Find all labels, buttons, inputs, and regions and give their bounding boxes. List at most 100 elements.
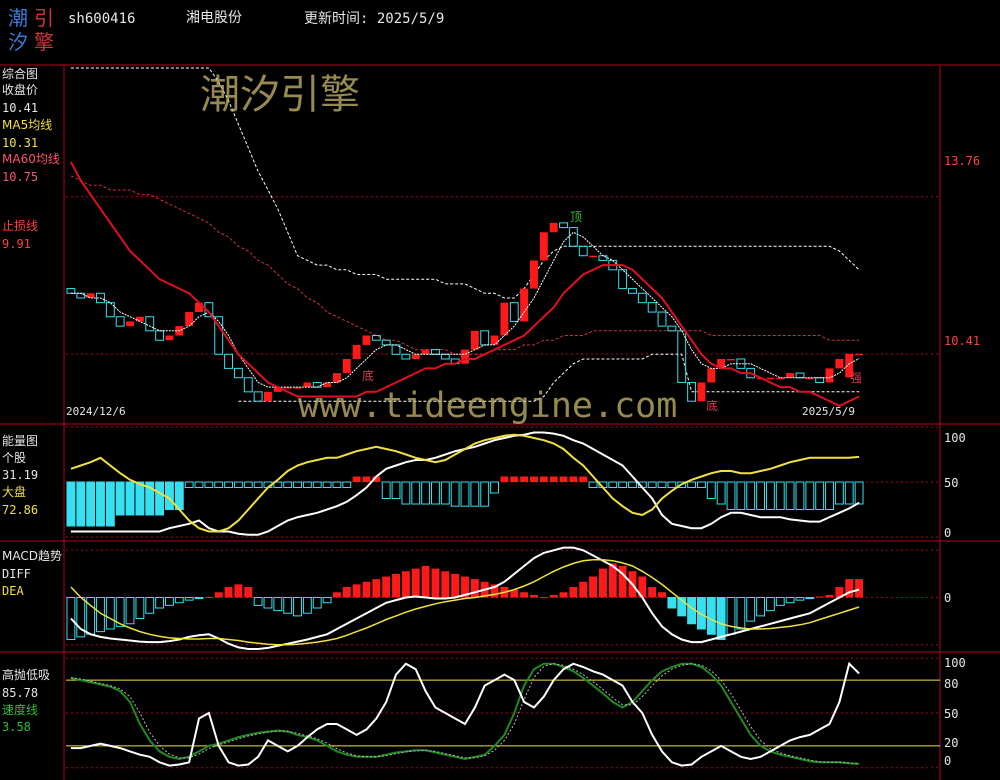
energy-bar-10: [155, 481, 165, 516]
energy-tick-100: 100: [944, 431, 966, 445]
macd-title: MACD趋势: [2, 549, 62, 563]
energy-bar-25: [302, 481, 312, 488]
macd-bar-74: [785, 597, 795, 604]
candle-19: [243, 377, 253, 393]
candle-18: [233, 367, 243, 379]
candle-49: [539, 232, 548, 261]
candle-30: [352, 344, 361, 359]
candle-35: [401, 353, 411, 360]
energy-bar-42: [470, 481, 480, 507]
candle-50: [549, 222, 558, 233]
energy-bar-64: [687, 481, 697, 488]
candle-20: [253, 391, 263, 402]
energy-bar-52: [569, 476, 578, 482]
energy-bar-34: [391, 481, 401, 499]
watermark-center: www.tideengine.com: [298, 386, 678, 426]
energy-bar-54: [588, 481, 598, 488]
energy-bar-38: [431, 481, 440, 505]
candle-51: [559, 222, 568, 229]
macd-bar-49: [539, 596, 548, 598]
speed-label: 速度线: [2, 703, 39, 717]
energy-bar-3: [86, 481, 96, 527]
energy-bar-78: [825, 481, 834, 510]
macd-bar-66: [706, 597, 716, 635]
upper-band-line: [70, 67, 860, 299]
gaopao-speed-avg-line: [70, 663, 860, 765]
macd-bar-27: [322, 597, 332, 604]
energy-bar-43: [480, 481, 490, 507]
macd-bar-37: [421, 566, 430, 598]
macd-bar-5: [105, 597, 115, 630]
macd-bar-21: [263, 597, 273, 609]
energy-bar-73: [775, 481, 785, 510]
energy-bar-14: [194, 481, 204, 488]
energy-bar-33: [381, 481, 391, 499]
candle-32: [371, 335, 381, 341]
macd-diff-label: DIFF: [2, 567, 31, 581]
candle-63: [677, 330, 687, 383]
energy-bar-5: [105, 481, 115, 527]
energy-bar-26: [312, 481, 322, 488]
energy-bar-75: [795, 481, 805, 510]
macd-bar-26: [312, 597, 322, 609]
candle-41: [461, 349, 469, 364]
macd-bar-32: [372, 579, 381, 598]
energy-bar-24: [293, 481, 302, 488]
candle-3: [86, 293, 95, 298]
macd-tick-0: 0: [944, 591, 952, 605]
energy-bar-30: [352, 476, 361, 482]
candle-72: [766, 377, 775, 380]
energy-tick-50: 50: [944, 476, 959, 490]
energy-bar-62: [667, 481, 677, 488]
candle-45: [500, 302, 509, 336]
energy-bar-37: [421, 481, 431, 505]
close-label: 收盘价: [2, 83, 39, 97]
energy-title: 能量图: [2, 434, 39, 448]
candle-21: [264, 391, 272, 402]
macd-bar-12: [174, 597, 184, 604]
energy-bar-66: [706, 481, 716, 499]
energy-bar-79: [834, 481, 844, 505]
energy-bar-40: [450, 481, 460, 507]
energy-bar-80: [844, 481, 854, 505]
energy-bar-60: [647, 481, 657, 488]
macd-bar-68: [726, 597, 736, 635]
candle-74: [786, 373, 795, 378]
macd-bar-69: [736, 597, 746, 630]
macd-bar-14: [194, 597, 204, 600]
candle-1: [66, 288, 76, 294]
candle-31: [362, 335, 371, 345]
macd-bar-72: [765, 597, 775, 612]
energy-bar-61: [657, 481, 667, 488]
energy-bar-76: [805, 481, 815, 510]
macd-bar-51: [559, 592, 568, 598]
energy-bar-77: [815, 481, 825, 510]
energy-market-line: [70, 433, 860, 533]
energy-bar-35: [401, 481, 411, 505]
energy-bar-72: [765, 481, 775, 510]
energy-bar-81: [854, 481, 864, 505]
gaopao-tick-0: 0: [944, 754, 952, 768]
candle-75: [795, 372, 805, 379]
macd-bar-16: [214, 592, 223, 598]
macd-bar-40: [451, 573, 460, 598]
candle-17: [224, 353, 233, 369]
gaopao-tick-80: 80: [944, 677, 959, 691]
macd-bar-50: [549, 594, 558, 598]
marker-strong: 强: [850, 371, 863, 385]
candle-78: [825, 368, 834, 383]
macd-bar-70: [746, 597, 756, 622]
marker-bottom-1: 底: [362, 369, 375, 383]
gaopao-tick-100: 100: [944, 656, 966, 670]
energy-bar-11: [165, 481, 174, 510]
candle-9: [145, 316, 155, 332]
gaopao-main-line: [70, 661, 860, 767]
macd-bar-77: [815, 596, 824, 598]
ma60-label: MA60均线: [2, 152, 60, 166]
gaopao-value: 85.78: [2, 686, 39, 700]
candle-11: [165, 335, 174, 341]
speed-value: 3.58: [2, 720, 31, 734]
ma60-line: [70, 161, 860, 408]
macd-bar-78: [825, 594, 834, 598]
gaopao-tick-50: 50: [944, 707, 959, 721]
